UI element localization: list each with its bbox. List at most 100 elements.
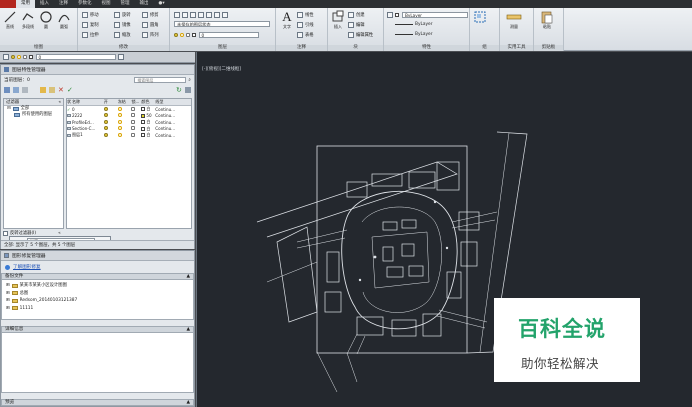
list-item[interactable]: ⊞ Redsom_20140103121387 <box>6 297 189 305</box>
layer-unlock-icon[interactable] <box>131 119 135 124</box>
tab-home[interactable]: 常用 <box>16 0 35 8</box>
application-menu-button[interactable] <box>0 0 16 8</box>
text-button[interactable]: A 文字 <box>279 10 295 30</box>
edit-attribute-button[interactable]: 编辑属性 <box>348 31 373 38</box>
tree-expand-icon[interactable]: ⊞ <box>6 282 10 290</box>
tree-expand-icon[interactable]: ⊞ <box>6 290 10 298</box>
create-block-button[interactable]: 创建 <box>348 11 365 18</box>
table-row[interactable]: ProfileEd... 白 Continu... <box>67 119 191 126</box>
layer-unlock-icon[interactable] <box>131 126 135 131</box>
color-dropdown[interactable]: ByLayer <box>402 11 468 18</box>
list-item[interactable]: ⊞ 某某市某某小区设计图图 <box>6 282 189 290</box>
rotate-button[interactable]: 旋转 <box>114 11 131 18</box>
list-item[interactable]: ⊞ 11111 <box>6 305 189 313</box>
tab-parametric[interactable]: 参数化 <box>73 0 97 8</box>
leader-button[interactable]: 引线 <box>297 21 314 28</box>
lineweight-dropdown[interactable]: ByLayer <box>415 32 432 37</box>
search-icon[interactable]: ⌕ <box>188 77 191 83</box>
scale-button[interactable]: 缩放 <box>114 31 131 38</box>
copy-button[interactable]: 复制 <box>82 21 99 28</box>
tab-annotate[interactable]: 注释 <box>54 0 73 8</box>
layer-unlock-icon[interactable] <box>131 106 135 111</box>
details-header[interactable]: 详细信息 ▲ <box>1 326 194 333</box>
match-properties-icon[interactable] <box>387 11 393 18</box>
layer-properties-icon[interactable] <box>174 11 180 18</box>
layer-states-icon[interactable] <box>22 86 28 93</box>
invert-filter-checkbox[interactable] <box>3 230 8 236</box>
filter-used-layers-node[interactable]: 所有使用的图层 <box>4 112 63 118</box>
tab-output[interactable]: 输出 <box>135 0 154 8</box>
collapse-up-icon[interactable]: ▲ <box>186 400 190 405</box>
layer-on-icon[interactable] <box>103 126 108 131</box>
table-row[interactable]: 图层1 白 Continu... <box>67 132 191 139</box>
set-current-icon[interactable]: ✓ <box>67 86 73 93</box>
layer-unlock-icon[interactable] <box>131 132 135 137</box>
preview-header[interactable]: 预览 ▲ <box>1 399 194 406</box>
make-current-icon[interactable] <box>117 54 124 60</box>
line-button[interactable]: 直线 <box>2 10 18 30</box>
measure-button[interactable]: 测量 <box>504 10 524 30</box>
layer-freeze-icon[interactable] <box>206 11 212 18</box>
fillet-button[interactable]: 圆角 <box>142 21 159 28</box>
layer-search-input[interactable]: 搜索图层 <box>134 77 187 83</box>
collapse-icon[interactable]: « <box>58 99 61 105</box>
layer-unlock-icon[interactable] <box>131 113 135 118</box>
layer-thaw-icon[interactable] <box>117 106 122 111</box>
arc-button[interactable]: 圆弧 <box>56 10 72 30</box>
new-property-filter-icon[interactable] <box>4 86 10 93</box>
layer-match-icon[interactable] <box>222 11 228 18</box>
layer-on-icon[interactable] <box>103 106 108 111</box>
stretch-button[interactable]: 拉伸 <box>82 31 99 38</box>
learn-recovery-link[interactable]: 了解图形修复 <box>13 264 41 270</box>
settings-icon[interactable] <box>185 86 191 93</box>
linear-dim-button[interactable]: 线性 <box>297 11 314 18</box>
delete-layer-icon[interactable]: ✕ <box>58 86 64 93</box>
layer-dropdown[interactable]: 0 <box>35 54 116 60</box>
circle-button[interactable]: 圆 <box>38 10 54 30</box>
collapse-up-icon[interactable]: ▲ <box>186 274 190 279</box>
table-row[interactable]: 2222 50 Continu... <box>67 113 191 120</box>
new-vp-frozen-layer-icon[interactable] <box>49 86 55 93</box>
layer-state-dropdown[interactable]: 未保存的图层状态 <box>174 21 270 27</box>
table-row[interactable]: ✓ 0 白 Continu... <box>67 106 191 113</box>
layer-on-icon[interactable] <box>103 132 108 137</box>
layer-isolate-icon[interactable] <box>190 11 196 18</box>
layer-on-icon[interactable] <box>103 119 108 124</box>
paste-button[interactable]: 粘贴 <box>539 10 555 30</box>
tree-expand-icon[interactable]: ⊞ <box>6 297 10 305</box>
mirror-button[interactable]: 镜像 <box>114 21 131 28</box>
tree-expand-icon[interactable]: ⊞ <box>6 305 10 313</box>
linetype-dropdown[interactable]: ByLayer <box>415 22 432 27</box>
insert-block-button[interactable]: 插入 <box>330 10 346 30</box>
layer-thaw-icon[interactable] <box>117 126 122 131</box>
ribbon-more-icon[interactable]: ●▾ <box>154 0 170 8</box>
new-layer-icon[interactable] <box>40 86 46 93</box>
layer-on-icon[interactable] <box>103 113 108 118</box>
list-item[interactable]: ⊞ 总图 <box>6 290 189 298</box>
layer-manager-icon[interactable] <box>3 54 9 60</box>
layer-state-icon[interactable] <box>182 11 188 18</box>
collapse-icon[interactable]: « <box>58 231 61 236</box>
layer-thaw-icon[interactable] <box>117 119 122 124</box>
polyline-button[interactable]: 多段线 <box>20 10 36 30</box>
group-button[interactable] <box>472 10 488 24</box>
collapse-up-icon[interactable]: ▲ <box>186 327 190 332</box>
tab-insert[interactable]: 插入 <box>35 0 54 8</box>
table-button[interactable]: 表格 <box>297 31 314 38</box>
layer-off-icon[interactable] <box>198 11 204 18</box>
layer-thaw-icon[interactable] <box>117 113 122 118</box>
tab-manage[interactable]: 管理 <box>116 0 135 8</box>
current-layer-dropdown[interactable]: 0 <box>198 31 259 38</box>
edit-block-button[interactable]: 编辑 <box>348 21 365 28</box>
array-button[interactable]: 阵列 <box>142 31 159 38</box>
table-row[interactable]: Section-C... 白 Continu... <box>67 126 191 133</box>
tab-view[interactable]: 视图 <box>97 0 116 8</box>
backup-files-header[interactable]: 备份文件 ▲ <box>1 273 194 280</box>
move-button[interactable]: 移动 <box>82 11 99 18</box>
tree-expand-icon[interactable]: ⊟ <box>7 106 11 112</box>
layer-thaw-icon[interactable] <box>117 132 122 137</box>
trim-button[interactable]: 修剪 <box>142 11 159 18</box>
refresh-icon[interactable]: ↻ <box>176 86 182 93</box>
layer-lock-icon[interactable] <box>214 11 220 18</box>
new-group-filter-icon[interactable] <box>13 86 19 93</box>
